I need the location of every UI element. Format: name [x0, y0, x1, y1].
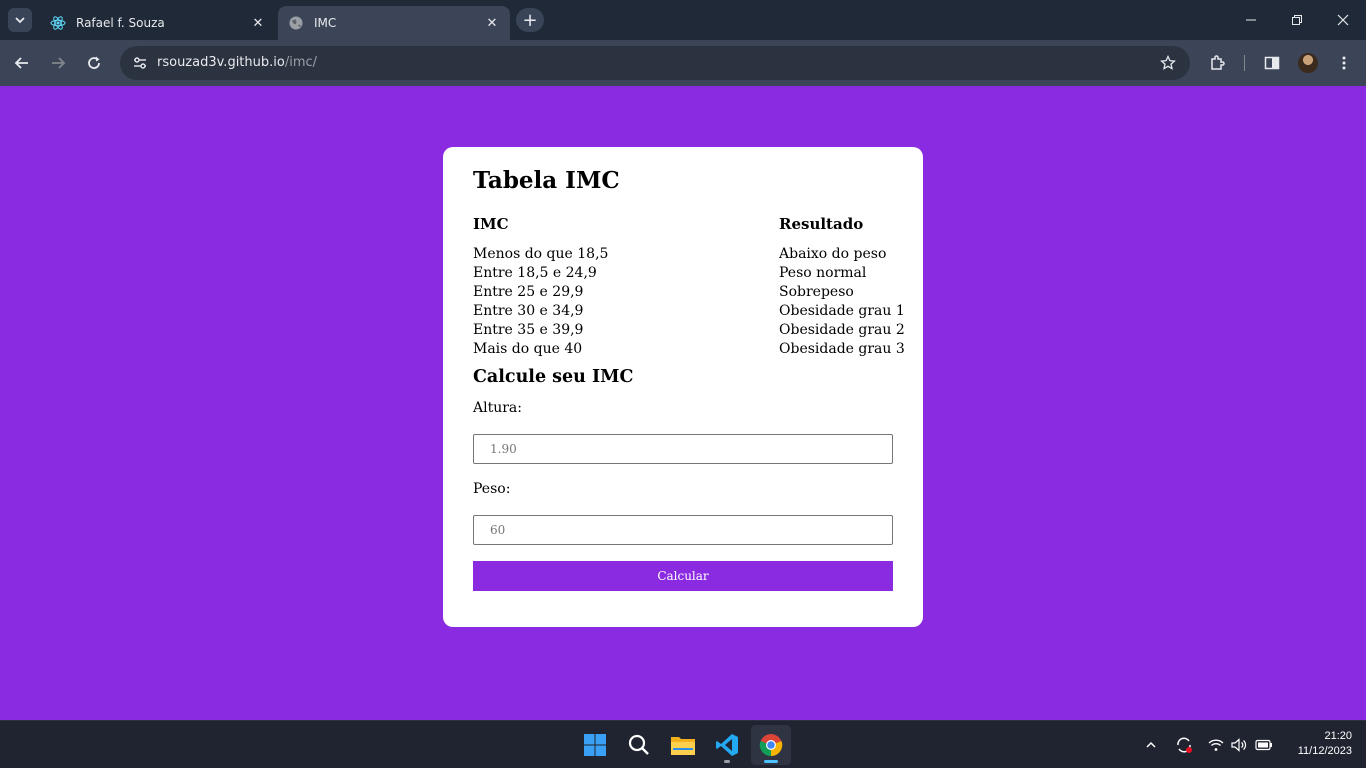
tab-title: Rafael f. Souza — [76, 16, 165, 30]
toolbar-divider — [1244, 55, 1245, 71]
column-header-resultado: Resultado — [779, 215, 864, 233]
site-settings-icon[interactable] — [128, 51, 152, 75]
table-cell: Sobrepeso — [779, 284, 854, 300]
windows-start-icon[interactable] — [575, 725, 615, 765]
side-panel-icon — [1264, 56, 1280, 70]
restore-button[interactable] — [1274, 0, 1320, 40]
system-clock[interactable]: 21:20 11/12/2023 — [1298, 729, 1352, 759]
sync-icon[interactable] — [1172, 721, 1196, 768]
reload-icon — [88, 56, 100, 69]
table-row: Entre 18,5 e 24,9 Peso normal — [473, 264, 893, 283]
wifi-icon[interactable] — [1205, 721, 1227, 768]
battery-icon[interactable] — [1252, 721, 1276, 768]
weight-input[interactable] — [473, 515, 893, 545]
url-text: rsouzad3v.github.io/imc/ — [157, 55, 317, 70]
forward-button[interactable] — [42, 47, 74, 79]
minimize-button[interactable] — [1228, 0, 1274, 40]
calculate-button[interactable]: Calcular — [473, 561, 893, 591]
browser-toolbar: rsouzad3v.github.io/imc/ — [0, 40, 1366, 86]
arrow-right-icon — [52, 57, 66, 69]
clock-date: 11/12/2023 — [1297, 745, 1352, 757]
extensions-button[interactable] — [1202, 47, 1234, 79]
table-row: Entre 30 e 34,9 Obesidade grau 1 — [473, 302, 905, 321]
table-cell: Obesidade grau 3 — [779, 341, 905, 357]
table-header: IMC Resultado — [473, 215, 893, 245]
page-title: Tabela IMC — [473, 167, 620, 194]
close-tab-icon[interactable]: ✕ — [250, 15, 266, 31]
chevron-down-icon — [15, 17, 25, 24]
close-icon — [1337, 14, 1349, 26]
avatar — [1298, 53, 1318, 73]
file-explorer-icon[interactable] — [663, 725, 703, 765]
react-icon — [50, 15, 66, 31]
arrow-left-icon — [14, 57, 28, 69]
table-cell: Abaixo do peso — [779, 246, 887, 262]
table-row: Menos do que 18,5 Abaixo do peso — [473, 245, 893, 264]
bookmark-star-icon[interactable] — [1158, 53, 1178, 73]
search-icon[interactable] — [619, 725, 659, 765]
chrome-icon[interactable] — [751, 725, 791, 765]
calc-title: Calcule seu IMC — [473, 367, 634, 387]
imc-table: IMC Resultado Menos do que 18,5 Abaixo d… — [473, 215, 905, 359]
column-header-imc: IMC — [473, 215, 509, 233]
table-cell: Peso normal — [779, 265, 867, 281]
table-cell: Obesidade grau 2 — [779, 322, 905, 338]
url-path: /imc/ — [284, 55, 318, 70]
table-cell: Mais do que 40 — [473, 341, 583, 357]
table-cell: Entre 18,5 e 24,9 — [473, 265, 597, 281]
browser-tab-bar: Rafael f. Souza ✕ IMC ✕ + — [0, 0, 1366, 40]
tab-rafael-souza[interactable]: Rafael f. Souza ✕ — [40, 6, 276, 40]
windows-taskbar: 21:20 11/12/2023 — [0, 720, 1366, 768]
table-cell: Entre 25 e 29,9 — [473, 284, 584, 300]
close-tab-icon[interactable]: ✕ — [484, 15, 500, 31]
puzzle-icon — [1211, 55, 1225, 70]
height-input[interactable] — [473, 434, 893, 464]
url-host: rsouzad3v.github.io — [157, 55, 285, 70]
minimize-icon — [1246, 19, 1256, 21]
table-row: Entre 35 e 39,9 Obesidade grau 2 — [473, 321, 905, 340]
side-panel-button[interactable] — [1256, 47, 1288, 79]
app-running-indicator — [724, 760, 730, 763]
address-bar[interactable]: rsouzad3v.github.io/imc/ — [120, 46, 1190, 80]
table-cell: Entre 35 e 39,9 — [473, 322, 584, 338]
table-cell: Entre 30 e 34,9 — [473, 303, 584, 319]
tab-imc[interactable]: IMC ✕ — [278, 6, 510, 40]
close-window-button[interactable] — [1320, 0, 1366, 40]
chevron-up-icon — [1146, 741, 1156, 748]
vscode-icon[interactable] — [707, 725, 747, 765]
imc-card: Tabela IMC IMC Resultado Menos do que 18… — [443, 147, 923, 627]
height-label: Altura: — [473, 400, 522, 416]
volume-icon[interactable] — [1228, 721, 1250, 768]
profile-button[interactable] — [1292, 47, 1324, 79]
globe-icon — [288, 15, 304, 31]
tab-title: IMC — [314, 16, 337, 30]
restore-icon — [1292, 15, 1302, 25]
weight-label: Peso: — [473, 481, 511, 497]
show-hidden-icons-button[interactable] — [1140, 721, 1162, 768]
app-active-indicator — [764, 760, 778, 763]
clock-time: 21:20 — [1324, 730, 1352, 742]
new-tab-button[interactable]: + — [516, 8, 544, 32]
table-row: Mais do que 40 Obesidade grau 3 — [473, 340, 905, 359]
table-cell: Obesidade grau 1 — [779, 303, 905, 319]
more-vertical-icon — [1342, 56, 1346, 70]
back-button[interactable] — [6, 47, 38, 79]
tab-search-button[interactable] — [8, 8, 32, 32]
plus-icon: + — [522, 9, 538, 31]
reload-button[interactable] — [78, 47, 110, 79]
menu-button[interactable] — [1328, 47, 1360, 79]
table-row: Entre 25 e 29,9 Sobrepeso — [473, 283, 893, 302]
table-cell: Menos do que 18,5 — [473, 246, 609, 262]
